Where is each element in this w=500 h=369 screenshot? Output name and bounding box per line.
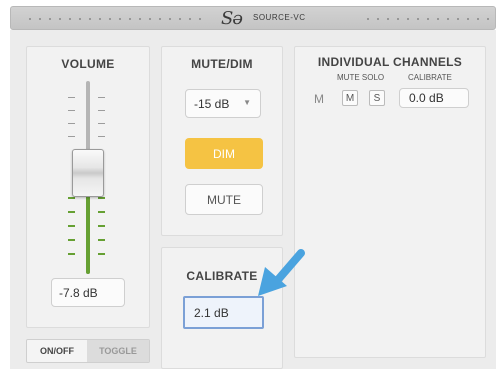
individual-channels-panel: INDIVIDUAL CHANNELS MUTE SOLO CALIBRATE … bbox=[294, 46, 486, 358]
onoff-label[interactable]: ON/OFF bbox=[27, 340, 88, 362]
calibrate-header: CALIBRATE bbox=[408, 73, 452, 82]
volume-panel: VOLUME -7.8 dB bbox=[26, 46, 150, 328]
mute-dim-title: MUTE/DIM bbox=[191, 57, 253, 71]
calibrate-title: CALIBRATE bbox=[186, 269, 258, 283]
dim-level-select[interactable]: -15 dB ▼ bbox=[185, 89, 261, 118]
channel-mute-button[interactable]: M bbox=[342, 90, 358, 106]
channel-calibrate-field[interactable]: 0.0 dB bbox=[399, 88, 469, 108]
calibrate-value-field[interactable]: 2.1 dB bbox=[183, 296, 264, 329]
decorative-dots bbox=[25, 18, 209, 20]
dim-button[interactable]: DIM bbox=[185, 138, 263, 169]
plugin-body: VOLUME -7.8 dB MUTE/DIM -15 dB ▼ DIM MUT… bbox=[10, 30, 496, 369]
channel-solo-button[interactable]: S bbox=[369, 90, 385, 106]
channel-row: M M S 0.0 dB bbox=[295, 87, 487, 109]
mute-button[interactable]: MUTE bbox=[185, 184, 263, 215]
chevron-down-icon: ▼ bbox=[243, 98, 251, 107]
calibrate-panel: CALIBRATE 2.1 dB bbox=[161, 247, 283, 369]
channel-name: M bbox=[314, 92, 324, 106]
brand-name: SOURCE-VC bbox=[253, 13, 306, 22]
dim-level-value: -15 dB bbox=[194, 96, 230, 111]
mute-solo-header: MUTE SOLO bbox=[337, 73, 385, 82]
individual-channels-title: INDIVIDUAL CHANNELS bbox=[317, 55, 463, 69]
onoff-toggle[interactable]: ON/OFF TOGGLE bbox=[26, 339, 150, 363]
toggle-label[interactable]: TOGGLE bbox=[87, 340, 149, 362]
volume-fader-handle[interactable] bbox=[72, 149, 104, 197]
decorative-dots bbox=[363, 18, 491, 20]
mute-dim-panel: MUTE/DIM -15 dB ▼ DIM MUTE bbox=[161, 46, 283, 236]
title-bar: Sǝ SOURCE-VC bbox=[10, 6, 496, 30]
brand-logo: Sǝ bbox=[221, 8, 243, 29]
volume-value-field[interactable]: -7.8 dB bbox=[51, 278, 125, 307]
